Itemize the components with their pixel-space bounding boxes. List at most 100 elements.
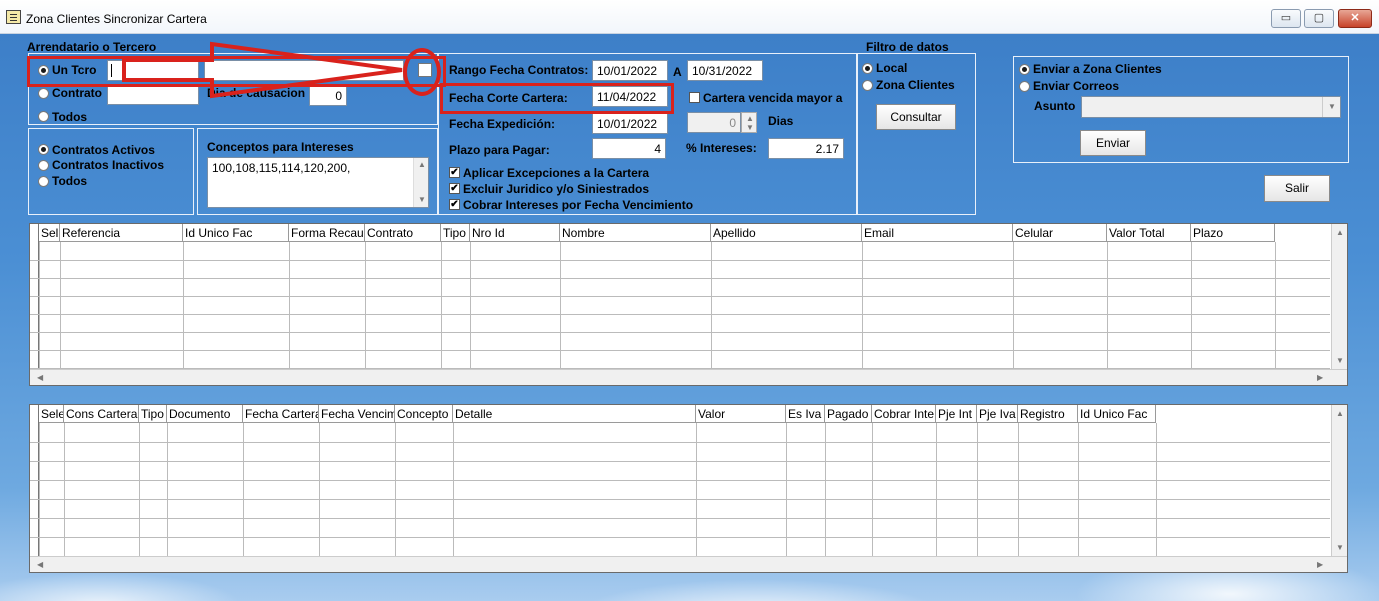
conceptos-scrollbar[interactable]: ▲ ▼ xyxy=(413,158,428,207)
grid_cartera-row-line xyxy=(30,480,1330,481)
contratos-grid[interactable]: Sel Referencia Id Unico Fac Forma Recau Cont… xyxy=(29,223,1348,386)
grid_contratos-col-header[interactable]: Id Unico Fac xyxy=(183,224,289,242)
grid_cartera-col-line xyxy=(453,423,454,556)
grid_contratos-col-header[interactable]: Email xyxy=(862,224,1013,242)
grid_contratos-col-header[interactable]: Forma Recau xyxy=(289,224,365,242)
radio-enviar-zona[interactable] xyxy=(1019,64,1030,75)
radio-enviar-correos[interactable] xyxy=(1019,81,1030,92)
juridico-label: Excluir Juridico y/o Siniestrados xyxy=(463,182,650,196)
dias-spinner[interactable]: ▲ ▼ xyxy=(741,112,757,133)
conceptos-label: Conceptos para Intereses xyxy=(207,140,354,154)
radio-todos[interactable] xyxy=(38,111,49,122)
grid_contratos-col-header[interactable]: Celular xyxy=(1013,224,1107,242)
scroll-up-icon[interactable]: ▲ xyxy=(1336,228,1344,237)
minimize-button[interactable]: ▭ xyxy=(1271,9,1301,28)
grid_cartera-col-header[interactable]: Concepto xyxy=(395,405,453,423)
filtro-label: Filtro de datos xyxy=(866,40,949,54)
grid_contratos-col-header[interactable]: Apellido xyxy=(711,224,862,242)
excepciones-label: Aplicar Excepciones a la Cartera xyxy=(463,166,650,180)
asunto-dropdown[interactable]: ▼ xyxy=(1322,97,1340,117)
intereses-venc-checkbox[interactable]: ✔ xyxy=(449,199,460,210)
grid_cartera-row-line xyxy=(30,461,1330,462)
grid_cartera-col-line xyxy=(64,423,65,556)
fecha-expedicion-input[interactable]: 10/01/2022 xyxy=(592,113,668,134)
chevron-down-icon[interactable]: ▼ xyxy=(1328,102,1336,111)
annotation-arrow-icon xyxy=(122,41,403,99)
grid_contratos-col-header[interactable]: Nombre xyxy=(560,224,711,242)
radio-contrato[interactable] xyxy=(38,88,49,99)
conceptos-value: 100,108,115,114,120,200, xyxy=(212,161,351,175)
cartera-vencida-dias-input[interactable]: 0 xyxy=(687,112,741,133)
radio-contratos-todos[interactable] xyxy=(38,176,49,187)
excepciones-checkbox[interactable]: ✔ xyxy=(449,167,460,178)
rango-separator: A xyxy=(673,65,682,79)
grid_contratos-row-line xyxy=(30,350,1330,351)
grid_contratos-col-header[interactable]: Referencia xyxy=(60,224,183,242)
scroll-down-icon[interactable]: ▼ xyxy=(1336,543,1344,552)
cartera-grid-hscroll[interactable]: ◀ ▶ xyxy=(30,556,1347,572)
grid_cartera-col-header[interactable]: Documento xyxy=(167,405,243,423)
grid_contratos-col-line xyxy=(365,242,366,368)
conceptos-textarea[interactable]: 100,108,115,114,120,200, ▲ ▼ xyxy=(207,157,429,208)
grid_cartera-col-header[interactable]: Detalle xyxy=(453,405,696,423)
intereses-input[interactable]: 2.17 xyxy=(768,138,844,159)
grid_contratos-col-header[interactable]: Nro Id xyxy=(470,224,560,242)
grid_cartera-col-header[interactable]: Pje Iva xyxy=(977,405,1018,423)
grid_cartera-col-header[interactable]: Id Unico Fac xyxy=(1078,405,1156,423)
contratos-activos-label: Contratos Activos xyxy=(52,143,155,157)
cartera-grid-vscroll[interactable]: ▲ ▼ xyxy=(1331,405,1347,557)
juridico-checkbox[interactable]: ✔ xyxy=(449,183,460,194)
contratos-grid-vscroll[interactable]: ▲ ▼ xyxy=(1331,224,1347,370)
grid_cartera-col-header[interactable]: Pje Int xyxy=(936,405,977,423)
enviar-button[interactable]: Enviar xyxy=(1080,130,1146,156)
grid_contratos-col-header[interactable]: Valor Total xyxy=(1107,224,1191,242)
asunto-label: Asunto xyxy=(1034,99,1076,113)
cartera-grid[interactable]: Sele Cons Cartera Tipo Documento Fecha Carte… xyxy=(29,404,1348,573)
spinner-down-icon[interactable]: ▼ xyxy=(746,123,754,132)
grid_cartera-col-header[interactable]: Fecha Cartera xyxy=(243,405,319,423)
grid_contratos-col-header[interactable]: Plazo xyxy=(1191,224,1275,242)
asunto-select[interactable] xyxy=(1081,96,1341,118)
radio-zona-clientes[interactable] xyxy=(862,80,873,91)
grid_cartera-col-header[interactable]: Fecha Vencim xyxy=(319,405,395,423)
scroll-left-icon[interactable]: ◀ xyxy=(37,373,43,382)
spinner-up-icon[interactable]: ▲ xyxy=(746,114,754,123)
radio-contratos-activos[interactable] xyxy=(38,144,49,155)
maximize-button[interactable]: ▢ xyxy=(1304,9,1334,28)
grid_cartera-col-line xyxy=(39,423,40,556)
grid_cartera-col-header[interactable]: Cobrar Inte xyxy=(872,405,936,423)
scroll-right-icon[interactable]: ▶ xyxy=(1317,560,1323,569)
radio-local-label: Local xyxy=(876,61,908,75)
annotation-circle-icon xyxy=(403,48,441,96)
scroll-down-icon[interactable]: ▼ xyxy=(1336,356,1344,365)
scroll-up-icon[interactable]: ▲ xyxy=(418,160,426,169)
grid_cartera-col-line xyxy=(786,423,787,556)
contratos-grid-hscroll[interactable]: ◀ ▶ xyxy=(30,369,1347,385)
grid_cartera-col-header[interactable]: Tipo xyxy=(139,405,167,423)
scroll-up-icon[interactable]: ▲ xyxy=(1336,409,1344,418)
rango-hasta-input[interactable]: 10/31/2022 xyxy=(687,60,763,81)
grid_cartera-col-header[interactable]: Pagado xyxy=(825,405,872,423)
salir-button[interactable]: Salir xyxy=(1264,175,1330,202)
consultar-button[interactable]: Consultar xyxy=(876,104,956,130)
grid_contratos-col-header[interactable]: Contrato xyxy=(365,224,441,242)
grid_cartera-col-header[interactable]: Sele xyxy=(39,405,64,423)
grid_cartera-col-header[interactable]: Registro xyxy=(1018,405,1078,423)
grid_cartera-col-header[interactable]: Valor xyxy=(696,405,786,423)
close-button[interactable]: ✕ xyxy=(1338,9,1372,28)
grid_cartera-col-header[interactable]: Cons Cartera xyxy=(64,405,139,423)
grid_contratos-col-line xyxy=(1107,242,1108,368)
radio-local[interactable] xyxy=(862,63,873,74)
radio-contratos-inactivos[interactable] xyxy=(38,160,49,171)
scroll-left-icon[interactable]: ◀ xyxy=(37,560,43,569)
grid_contratos-col-header[interactable]: Sel xyxy=(39,224,60,242)
grid_cartera-col-line xyxy=(825,423,826,556)
plazo-input[interactable]: 4 xyxy=(592,138,666,159)
grid_contratos-row-line xyxy=(30,278,1330,279)
grid_contratos-col-header[interactable]: Tipo xyxy=(441,224,470,242)
rango-desde-input[interactable]: 10/01/2022 xyxy=(592,60,668,81)
scroll-right-icon[interactable]: ▶ xyxy=(1317,373,1323,382)
cartera-vencida-checkbox[interactable] xyxy=(689,92,700,103)
grid_cartera-col-header[interactable]: Es Iva xyxy=(786,405,825,423)
scroll-down-icon[interactable]: ▼ xyxy=(418,195,426,204)
